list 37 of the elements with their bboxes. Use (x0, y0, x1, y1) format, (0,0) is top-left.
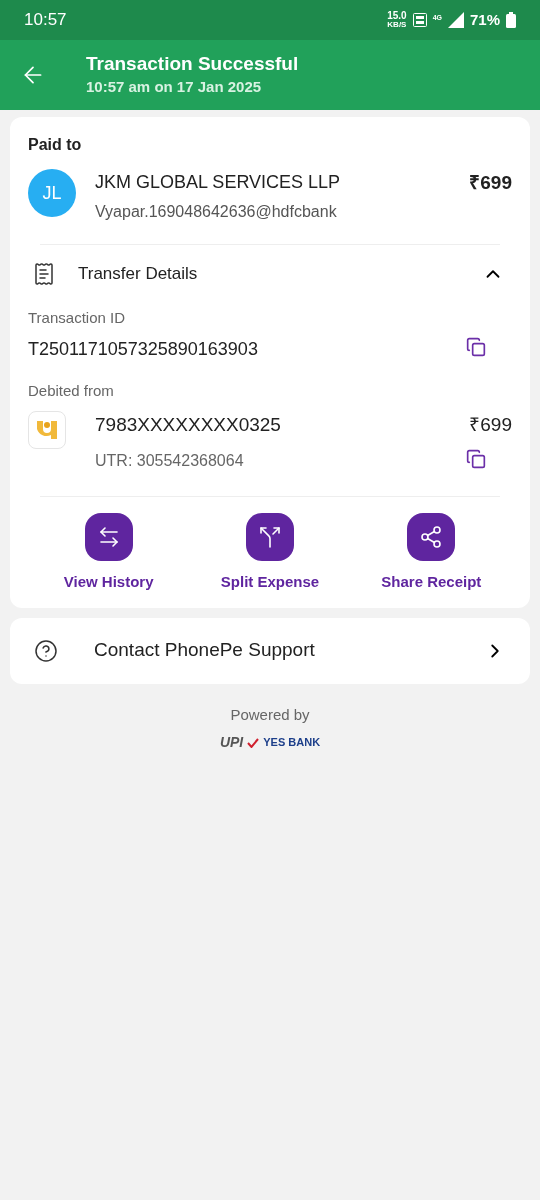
action-button[interactable]: Split Expense (189, 513, 351, 594)
bank-name-logo: YES BANK (263, 735, 321, 751)
clock-time: 10:57 (24, 9, 67, 32)
header-subtitle: 10:57 am on 17 Jan 2025 (86, 76, 263, 97)
transaction-id-label: Transaction ID (28, 307, 126, 328)
action-button[interactable]: View History (28, 513, 190, 594)
utr-number: UTR: 305542368064 (95, 451, 245, 471)
network-speed: 15.0 KB/S (387, 11, 407, 29)
signal-icon (447, 12, 464, 28)
check-icon (247, 737, 260, 748)
debited-amount: ₹699 (469, 412, 512, 437)
copy-button[interactable] (464, 447, 488, 471)
upi-logo: UPI (219, 733, 244, 752)
powered-by-text: Powered by (230, 704, 310, 725)
payee-avatar: JL (28, 169, 76, 217)
payee-upi-id: Vyapar.169048642636@hdfcbank (95, 202, 338, 222)
help-icon (34, 638, 58, 663)
copy-icon (466, 449, 486, 469)
paid-to-label: Paid to (28, 135, 83, 155)
battery-icon (506, 12, 516, 28)
payee-name: JKM GLOBAL SERVICES LLP (95, 171, 341, 194)
transfer-details-header[interactable]: Transfer Details (28, 245, 512, 303)
split-arrows-icon (258, 525, 282, 549)
bank-logo (28, 410, 66, 449)
support-row[interactable]: Contact PhonePe Support (10, 617, 530, 684)
copy-button[interactable] (464, 335, 488, 359)
debited-from-label: Debited from (28, 381, 115, 401)
account-number: 7983XXXXXXXX0325 (95, 412, 281, 437)
volte-icon (412, 13, 427, 27)
header-title: Transaction Successful (86, 51, 299, 76)
action-button[interactable]: Share Receipt (350, 513, 512, 594)
copy-icon (466, 337, 486, 357)
paid-amount: ₹699 (469, 171, 512, 195)
receipt-icon (32, 261, 56, 286)
battery-level: 71% (469, 9, 500, 30)
share-icon (419, 525, 444, 549)
transaction-id: T2501171057325890163903 (28, 338, 258, 361)
